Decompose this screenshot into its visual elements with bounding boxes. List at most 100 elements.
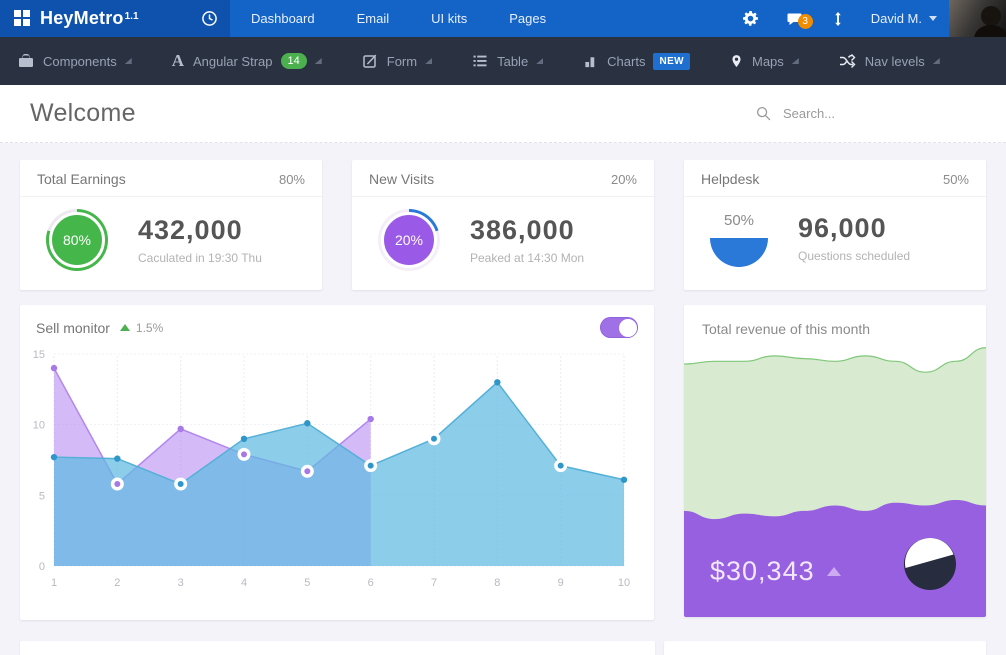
- card-percent: 80%: [279, 172, 305, 187]
- subnav-item-table[interactable]: Table: [452, 37, 563, 85]
- caret-icon: [425, 58, 432, 64]
- card-body: 80% 432,000 Caculated in 19:30 Thu: [20, 197, 322, 271]
- user-name: David M.: [871, 11, 922, 26]
- clock-icon[interactable]: [201, 10, 218, 27]
- stat-caption: Questions scheduled: [798, 249, 910, 263]
- search-input[interactable]: [783, 106, 943, 121]
- svg-text:10: 10: [618, 577, 630, 589]
- stat-value: 96,000: [798, 213, 910, 244]
- subnav-item-label: Maps: [752, 54, 784, 69]
- chat-icon[interactable]: 3: [772, 11, 817, 27]
- revenue-amount-value: $30,343: [710, 556, 815, 587]
- chevron-down-icon: [929, 16, 937, 21]
- card-body: 20% 386,000 Peaked at 14:30 Mon: [352, 197, 654, 271]
- subnav-item-charts[interactable]: Charts NEW: [563, 37, 710, 85]
- subnav-item-label: Angular Strap: [193, 54, 273, 69]
- stat-card-total-earnings: Total Earnings 80% 80% 432,000 Caculated…: [20, 160, 322, 290]
- stat-text: 386,000 Peaked at 14:30 Mon: [470, 215, 584, 265]
- bottom-row: [20, 641, 986, 655]
- svg-text:0: 0: [39, 561, 45, 573]
- stat-value: 432,000: [138, 215, 262, 246]
- earnings-donut-chart: 80%: [46, 209, 108, 271]
- brand-version: 1.1: [125, 11, 139, 22]
- stat-value: 386,000: [470, 215, 584, 246]
- subnav-item-nav-levels[interactable]: Nav levels: [819, 37, 960, 85]
- subnav-item-form[interactable]: Form: [342, 37, 452, 85]
- map-pin-icon: [730, 53, 743, 69]
- stat-text: 96,000 Questions scheduled: [798, 213, 910, 263]
- search-icon: [756, 106, 771, 121]
- card-title: New Visits: [369, 171, 434, 187]
- subnav-item-components[interactable]: Components: [0, 37, 152, 85]
- pie-icon: [904, 538, 956, 595]
- svg-text:2: 2: [114, 577, 120, 589]
- letter-a-icon: A: [172, 51, 184, 71]
- edit-square-icon: [362, 53, 378, 69]
- caret-icon: [792, 58, 799, 64]
- gear-icon[interactable]: [729, 11, 772, 26]
- chat-badge: 3: [798, 14, 813, 29]
- svg-text:5: 5: [304, 577, 310, 589]
- svg-text:4: 4: [241, 577, 247, 589]
- bar-chart-icon: [583, 54, 598, 69]
- search-box: [756, 106, 966, 121]
- caret-icon: [315, 58, 322, 64]
- subnav-item-label: Charts: [607, 54, 645, 69]
- donut-label: 50%: [710, 212, 768, 229]
- card-body: 50% 96,000 Questions scheduled: [684, 197, 986, 267]
- sell-monitor-header: Sell monitor 1.5%: [20, 305, 654, 346]
- svg-text:7: 7: [431, 577, 437, 589]
- new-badge: NEW: [653, 53, 690, 70]
- sub-navbar: Components A Angular Strap 14 Form Table…: [0, 37, 1006, 85]
- svg-text:6: 6: [368, 577, 374, 589]
- stat-caption: Caculated in 19:30 Thu: [138, 251, 262, 265]
- topnav-link-email[interactable]: Email: [336, 0, 411, 37]
- sell-monitor-chart-svg: 05101512345678910: [28, 348, 640, 600]
- stats-row: Total Earnings 80% 80% 432,000 Caculated…: [20, 160, 986, 290]
- sell-monitor-delta: 1.5%: [136, 321, 163, 335]
- revenue-card: Total revenue of this month $30,343: [684, 305, 986, 617]
- svg-text:1: 1: [51, 577, 57, 589]
- topnav-links: Dashboard Email UI kits Pages: [230, 0, 567, 37]
- caret-icon: [125, 58, 132, 64]
- helpdesk-half-donut-chart: 50%: [710, 209, 768, 267]
- svg-text:5: 5: [39, 490, 45, 502]
- card-title: Helpdesk: [701, 171, 759, 187]
- charts-row: Sell monitor 1.5% 05101512345678910 Tota…: [20, 305, 986, 620]
- card-percent: 50%: [943, 172, 969, 187]
- caret-icon: [933, 58, 940, 64]
- bottom-card-left: [20, 641, 655, 655]
- card-header: New Visits 20%: [352, 160, 654, 197]
- caret-icon: [536, 58, 543, 64]
- bottom-card-right: [664, 641, 986, 655]
- topnav-link-dashboard[interactable]: Dashboard: [230, 0, 336, 37]
- card-header: Helpdesk 50%: [684, 160, 986, 197]
- sell-monitor-chart: 05101512345678910: [20, 346, 654, 605]
- brand-grid-icon: [14, 10, 31, 27]
- trend-up-icon: [120, 324, 130, 331]
- brand[interactable]: HeyMetro1.1: [0, 0, 230, 37]
- trend-up-icon: [827, 567, 841, 576]
- briefcase-icon: [18, 53, 34, 69]
- visits-donut-chart: 20%: [378, 209, 440, 271]
- resize-vertical-icon[interactable]: [817, 11, 859, 27]
- subnav-item-label: Table: [497, 54, 528, 69]
- card-header: Total Earnings 80%: [20, 160, 322, 197]
- user-avatar[interactable]: [949, 0, 1006, 37]
- sell-monitor-toggle[interactable]: [600, 317, 638, 338]
- svg-text:10: 10: [33, 420, 45, 432]
- page-title: Welcome: [30, 99, 136, 128]
- revenue-amount: $30,343: [710, 556, 841, 587]
- stat-card-helpdesk: Helpdesk 50% 50% 96,000 Questions schedu…: [684, 160, 986, 290]
- subnav-item-maps[interactable]: Maps: [710, 37, 819, 85]
- subnav-item-angular-strap[interactable]: A Angular Strap 14: [152, 37, 342, 85]
- topnav-link-uikits[interactable]: UI kits: [410, 0, 488, 37]
- stat-card-new-visits: New Visits 20% 20% 386,000 Peaked at 14:…: [352, 160, 654, 290]
- list-icon: [472, 53, 488, 69]
- shuffle-icon: [839, 53, 856, 69]
- user-menu[interactable]: David M.: [859, 11, 949, 26]
- page-header: Welcome: [0, 85, 1006, 143]
- subnav-item-label: Form: [387, 54, 417, 69]
- svg-text:8: 8: [494, 577, 500, 589]
- topnav-link-pages[interactable]: Pages: [488, 0, 567, 37]
